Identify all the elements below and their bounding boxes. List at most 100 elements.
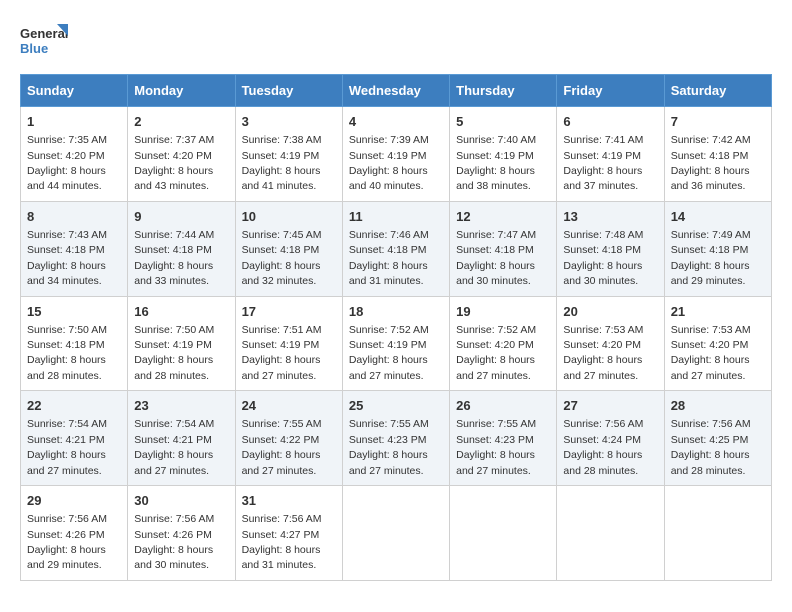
day-number: 3 [242,113,336,131]
day-cell: 19 Sunrise: 7:52 AMSunset: 4:20 PMDayligh… [450,296,557,391]
day-info: Sunrise: 7:56 AMSunset: 4:26 PMDaylight:… [27,513,107,571]
day-info: Sunrise: 7:55 AMSunset: 4:23 PMDaylight:… [456,418,536,476]
day-info: Sunrise: 7:54 AMSunset: 4:21 PMDaylight:… [134,418,214,476]
day-cell: 15 Sunrise: 7:50 AMSunset: 4:18 PMDayligh… [21,296,128,391]
day-cell: 26 Sunrise: 7:55 AMSunset: 4:23 PMDayligh… [450,391,557,486]
day-number: 26 [456,397,550,415]
day-cell: 9 Sunrise: 7:44 AMSunset: 4:18 PMDaylight… [128,201,235,296]
day-info: Sunrise: 7:47 AMSunset: 4:18 PMDaylight:… [456,229,536,287]
day-cell: 25 Sunrise: 7:55 AMSunset: 4:23 PMDayligh… [342,391,449,486]
day-cell: 14 Sunrise: 7:49 AMSunset: 4:18 PMDayligh… [664,201,771,296]
day-cell: 29 Sunrise: 7:56 AMSunset: 4:26 PMDayligh… [21,486,128,581]
week-row-4: 22 Sunrise: 7:54 AMSunset: 4:21 PMDayligh… [21,391,772,486]
day-number: 9 [134,208,228,226]
day-info: Sunrise: 7:44 AMSunset: 4:18 PMDaylight:… [134,229,214,287]
day-cell: 31 Sunrise: 7:56 AMSunset: 4:27 PMDayligh… [235,486,342,581]
day-info: Sunrise: 7:56 AMSunset: 4:27 PMDaylight:… [242,513,322,571]
day-info: Sunrise: 7:48 AMSunset: 4:18 PMDaylight:… [563,229,643,287]
day-info: Sunrise: 7:46 AMSunset: 4:18 PMDaylight:… [349,229,429,287]
day-number: 23 [134,397,228,415]
col-header-friday: Friday [557,75,664,107]
day-number: 28 [671,397,765,415]
day-info: Sunrise: 7:53 AMSunset: 4:20 PMDaylight:… [563,324,643,382]
day-number: 14 [671,208,765,226]
day-number: 22 [27,397,121,415]
day-cell: 18 Sunrise: 7:52 AMSunset: 4:19 PMDayligh… [342,296,449,391]
day-number: 18 [349,303,443,321]
day-cell: 22Sunrise: 7:54 AMSunset: 4:21 PMDayligh… [21,391,128,486]
logo: General Blue [20,20,70,64]
day-cell [557,486,664,581]
day-cell: 20 Sunrise: 7:53 AMSunset: 4:20 PMDayligh… [557,296,664,391]
day-number: 31 [242,492,336,510]
col-header-thursday: Thursday [450,75,557,107]
day-number: 20 [563,303,657,321]
day-cell: 12Sunrise: 7:47 AMSunset: 4:18 PMDayligh… [450,201,557,296]
day-cell: 28 Sunrise: 7:56 AMSunset: 4:25 PMDayligh… [664,391,771,486]
day-info: Sunrise: 7:35 AMSunset: 4:20 PMDaylight:… [27,134,107,192]
day-cell: 3 Sunrise: 7:38 AMSunset: 4:19 PMDaylight… [235,107,342,202]
day-cell: 4 Sunrise: 7:39 AMSunset: 4:19 PMDaylight… [342,107,449,202]
day-number: 27 [563,397,657,415]
header-row: SundayMondayTuesdayWednesdayThursdayFrid… [21,75,772,107]
col-header-tuesday: Tuesday [235,75,342,107]
day-cell: 23 Sunrise: 7:54 AMSunset: 4:21 PMDayligh… [128,391,235,486]
day-info: Sunrise: 7:52 AMSunset: 4:20 PMDaylight:… [456,324,536,382]
week-row-3: 15 Sunrise: 7:50 AMSunset: 4:18 PMDayligh… [21,296,772,391]
day-info: Sunrise: 7:50 AMSunset: 4:19 PMDaylight:… [134,324,214,382]
day-number: 4 [349,113,443,131]
day-number: 15 [27,303,121,321]
day-cell: 17 Sunrise: 7:51 AMSunset: 4:19 PMDayligh… [235,296,342,391]
day-cell: 13 Sunrise: 7:48 AMSunset: 4:18 PMDayligh… [557,201,664,296]
col-header-saturday: Saturday [664,75,771,107]
day-info: Sunrise: 7:56 AMSunset: 4:26 PMDaylight:… [134,513,214,571]
day-cell: 16 Sunrise: 7:50 AMSunset: 4:19 PMDayligh… [128,296,235,391]
day-number: 29 [27,492,121,510]
col-header-sunday: Sunday [21,75,128,107]
day-cell: 1 Sunrise: 7:35 AMSunset: 4:20 PMDaylight… [21,107,128,202]
day-cell [450,486,557,581]
day-number: 6 [563,113,657,131]
day-number: 11 [349,208,443,226]
day-number: 24 [242,397,336,415]
calendar-table: SundayMondayTuesdayWednesdayThursdayFrid… [20,74,772,581]
day-cell: 5Sunrise: 7:40 AMSunset: 4:19 PMDaylight… [450,107,557,202]
day-info: Sunrise: 7:56 AMSunset: 4:25 PMDaylight:… [671,418,751,476]
day-info: Sunrise: 7:55 AMSunset: 4:23 PMDaylight:… [349,418,429,476]
week-row-5: 29 Sunrise: 7:56 AMSunset: 4:26 PMDayligh… [21,486,772,581]
day-number: 19 [456,303,550,321]
day-number: 16 [134,303,228,321]
day-cell [342,486,449,581]
day-info: Sunrise: 7:52 AMSunset: 4:19 PMDaylight:… [349,324,429,382]
day-cell: 2 Sunrise: 7:37 AMSunset: 4:20 PMDaylight… [128,107,235,202]
day-info: Sunrise: 7:45 AMSunset: 4:18 PMDaylight:… [242,229,322,287]
day-number: 1 [27,113,121,131]
day-info: Sunrise: 7:55 AMSunset: 4:22 PMDaylight:… [242,418,322,476]
day-cell: 27 Sunrise: 7:56 AMSunset: 4:24 PMDayligh… [557,391,664,486]
page-header: General Blue [20,20,772,64]
week-row-1: 1 Sunrise: 7:35 AMSunset: 4:20 PMDaylight… [21,107,772,202]
col-header-monday: Monday [128,75,235,107]
day-number: 2 [134,113,228,131]
week-row-2: 8Sunrise: 7:43 AMSunset: 4:18 PMDaylight… [21,201,772,296]
day-info: Sunrise: 7:53 AMSunset: 4:20 PMDaylight:… [671,324,751,382]
day-number: 25 [349,397,443,415]
day-info: Sunrise: 7:38 AMSunset: 4:19 PMDaylight:… [242,134,322,192]
day-number: 7 [671,113,765,131]
day-number: 30 [134,492,228,510]
svg-text:Blue: Blue [20,41,48,56]
day-info: Sunrise: 7:51 AMSunset: 4:19 PMDaylight:… [242,324,322,382]
logo-svg: General Blue [20,20,70,64]
day-info: Sunrise: 7:56 AMSunset: 4:24 PMDaylight:… [563,418,643,476]
day-cell [664,486,771,581]
day-cell: 8Sunrise: 7:43 AMSunset: 4:18 PMDaylight… [21,201,128,296]
day-info: Sunrise: 7:42 AMSunset: 4:18 PMDaylight:… [671,134,751,192]
day-cell: 6Sunrise: 7:41 AMSunset: 4:19 PMDaylight… [557,107,664,202]
day-number: 17 [242,303,336,321]
day-info: Sunrise: 7:50 AMSunset: 4:18 PMDaylight:… [27,324,107,382]
day-cell: 7 Sunrise: 7:42 AMSunset: 4:18 PMDaylight… [664,107,771,202]
day-number: 13 [563,208,657,226]
day-info: Sunrise: 7:37 AMSunset: 4:20 PMDaylight:… [134,134,214,192]
day-info: Sunrise: 7:49 AMSunset: 4:18 PMDaylight:… [671,229,751,287]
day-info: Sunrise: 7:39 AMSunset: 4:19 PMDaylight:… [349,134,429,192]
